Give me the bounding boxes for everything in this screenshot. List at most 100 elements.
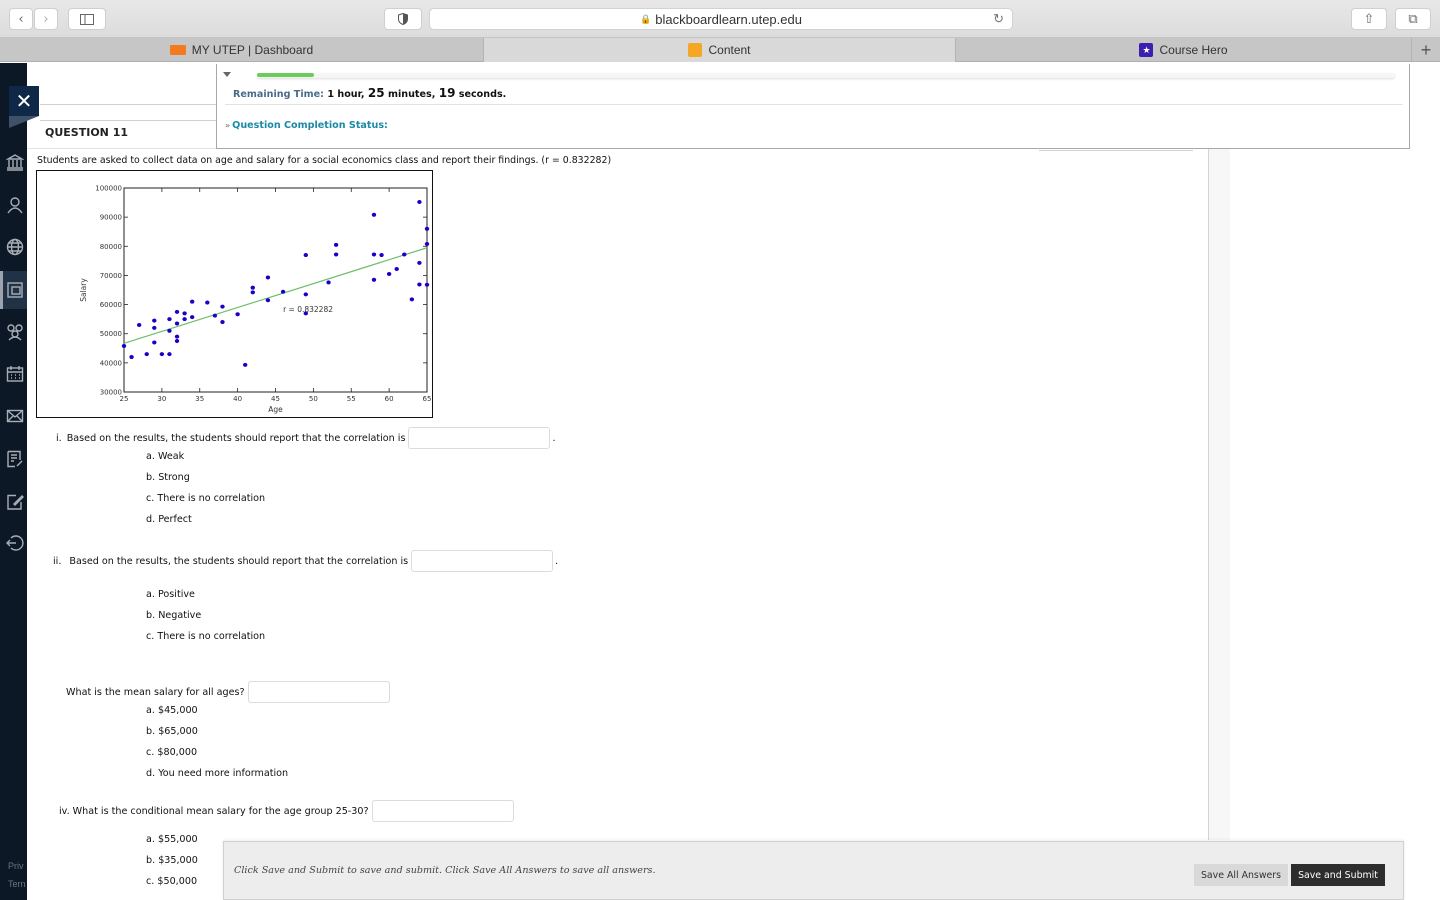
data-point: [265, 298, 271, 303]
sign-out-icon[interactable]: [4, 532, 26, 554]
scatter-chart-svg: 25 30 35 40 45 50 55 60 653000040000500006000070…: [79, 185, 432, 415]
tools-icon[interactable]: [4, 491, 26, 513]
chevron-left-icon: ‹: [18, 11, 24, 27]
data-point: [386, 271, 392, 276]
close-panel-button[interactable]: ✕: [9, 86, 39, 116]
option: b. $35,000: [146, 855, 198, 866]
tab-my-utep[interactable]: MY UTEP | Dashboard: [0, 38, 484, 62]
part-text: Based on the results, the students shoul…: [66, 432, 406, 444]
data-point: [182, 311, 187, 316]
tab-content[interactable]: Content: [484, 38, 956, 62]
y-tick-label: 50000: [100, 330, 122, 338]
data-point: [235, 312, 240, 317]
tab-label: Course Hero: [1159, 43, 1228, 57]
close-icon: ✕: [15, 89, 33, 113]
address-bar[interactable]: 🔒 blackboardlearn.utep.edu ↻: [429, 8, 1013, 30]
reload-icon[interactable]: ↻: [993, 11, 1004, 27]
divider: [225, 104, 1403, 105]
hours-unit: hour,: [337, 89, 365, 100]
completion-status-label: Question Completion Status:: [232, 120, 388, 131]
part-text: What is the mean salary for all ages?: [66, 686, 245, 698]
sidebar-toggle-button[interactable]: [68, 8, 106, 30]
institution-icon[interactable]: [4, 151, 26, 173]
option: c. There is no correlation: [146, 493, 266, 504]
divider: [1039, 150, 1193, 151]
data-point: [167, 328, 172, 333]
answer-dropdown-iii[interactable]: [247, 681, 390, 703]
save-all-answers-button[interactable]: Save All Answers: [1194, 864, 1288, 886]
question-part-iii: What is the mean salary for all ages?: [66, 681, 390, 703]
back-button[interactable]: ‹: [9, 8, 33, 30]
calendar-icon[interactable]: [4, 363, 26, 385]
pencil-icon: [688, 43, 703, 57]
new-tab-button[interactable]: +: [1412, 38, 1440, 62]
privacy-shield-button[interactable]: [384, 8, 422, 30]
x-tick-label: 40: [233, 395, 242, 403]
share-button[interactable]: ⇧: [1351, 8, 1387, 30]
grades-icon[interactable]: [4, 448, 26, 470]
answer-dropdown-iv[interactable]: [371, 800, 514, 822]
share-icon: ⇧: [1363, 11, 1375, 27]
data-point: [152, 325, 157, 330]
submit-instructions: Click Save and Submit to save and submit…: [234, 865, 656, 876]
courses-icon[interactable]: [0, 271, 27, 309]
collapse-triangle-icon[interactable]: [223, 72, 231, 77]
data-point: [167, 317, 172, 322]
question-title: QUESTION 11: [45, 126, 129, 139]
forward-button[interactable]: ›: [34, 8, 58, 30]
messages-icon[interactable]: [4, 405, 26, 427]
remaining-time: Remaining Time: 1 hour, 25 minutes, 19 s…: [233, 86, 506, 100]
option: b. Negative: [146, 610, 202, 621]
groups-icon[interactable]: [4, 321, 26, 343]
time-progress-fill: [257, 73, 314, 77]
x-tick-label: 50: [309, 395, 318, 403]
seconds-value: 19: [438, 86, 456, 100]
part-text: What is the conditional mean salary for …: [72, 805, 369, 817]
data-point: [303, 292, 308, 297]
seconds-unit: seconds.: [458, 89, 507, 100]
shield-icon: [398, 13, 408, 25]
answer-dropdown-i[interactable]: [408, 427, 551, 449]
answer-dropdown-ii[interactable]: [411, 550, 554, 572]
sidebar-icon: [80, 13, 94, 25]
question-completion-status-toggle[interactable]: » Question Completion Status:: [225, 120, 388, 131]
tab-overview-button[interactable]: ⧉: [1395, 8, 1431, 30]
data-point: [417, 260, 422, 265]
data-point: [212, 313, 218, 318]
y-tick-label: 80000: [100, 243, 122, 251]
data-point: [189, 315, 195, 320]
y-tick-label: 30000: [100, 389, 122, 397]
data-point: [424, 226, 430, 231]
option: c. $50,000: [146, 876, 198, 887]
left-navigation: Priv Tern: [0, 63, 27, 900]
option: d. You need more information: [146, 768, 289, 779]
x-tick-label: 65: [423, 395, 432, 403]
data-point: [371, 252, 377, 257]
data-point: [333, 242, 339, 247]
plot-area: [123, 187, 428, 393]
x-tick-label: 35: [195, 395, 204, 403]
profile-icon[interactable]: [4, 194, 26, 216]
data-point: [417, 199, 422, 204]
privacy-link[interactable]: Priv: [8, 861, 24, 871]
chevron-right-icon: ›: [43, 11, 49, 27]
option: b. Strong: [146, 472, 190, 483]
terms-link[interactable]: Tern: [8, 879, 26, 889]
question-prompt: Students are asked to collect data on ag…: [37, 155, 612, 166]
tab-course-hero[interactable]: ★ Course Hero: [956, 38, 1412, 62]
url-text: blackboardlearn.utep.edu: [655, 11, 802, 27]
data-point: [205, 300, 210, 305]
data-point: [159, 352, 165, 357]
y-axis-label: Salary: [79, 278, 88, 302]
data-point: [371, 212, 377, 217]
save-and-submit-button[interactable]: Save and Submit: [1291, 864, 1385, 886]
part-trailing: .: [555, 555, 559, 567]
globe-icon[interactable]: [4, 236, 26, 258]
x-tick-label: 45: [271, 395, 280, 403]
data-point: [220, 320, 225, 325]
data-point: [424, 282, 430, 287]
data-point: [174, 339, 180, 343]
data-point: [121, 343, 127, 348]
question-part-i: i. Based on the results, the students sh…: [56, 427, 556, 449]
data-point: [152, 340, 157, 345]
